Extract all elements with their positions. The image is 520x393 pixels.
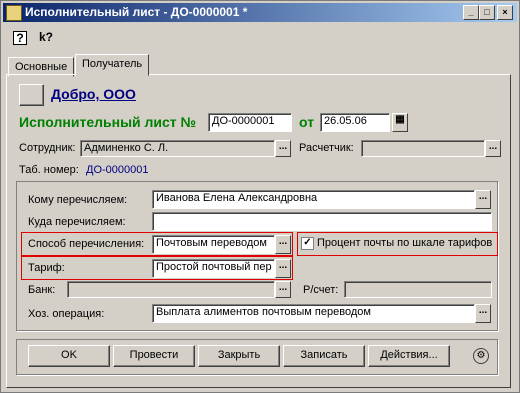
settings-icon[interactable]: ⚙	[473, 348, 489, 364]
bank-field[interactable]	[67, 281, 275, 298]
doc-title: Исполнительный лист №	[19, 114, 197, 130]
employee-select-button[interactable]: ...	[275, 140, 291, 157]
account-field[interactable]	[344, 281, 492, 298]
window-title: Исполнительный лист - ДО-0000001 *	[25, 5, 248, 19]
tab-number-label: Таб. номер:	[19, 164, 79, 176]
percent-checkbox[interactable]: ✓	[301, 237, 314, 250]
employee-label: Сотрудник:	[19, 142, 76, 154]
payee-field[interactable]: Иванова Елена Александровна	[152, 190, 475, 209]
ok-button[interactable]: OK	[28, 345, 110, 367]
tariff-label: Тариф:	[28, 262, 65, 274]
operation-select-button[interactable]: ...	[475, 304, 491, 323]
tariff-select-button[interactable]: ...	[275, 259, 291, 278]
payee-select-button[interactable]: ...	[475, 190, 491, 209]
post-button[interactable]: Провести	[113, 345, 195, 367]
save-button[interactable]: Записать	[283, 345, 365, 367]
tab-number-value: ДО-0000001	[86, 164, 149, 176]
whats-this-icon[interactable]: k?	[37, 29, 55, 45]
where-field[interactable]	[152, 212, 492, 231]
org-select-button[interactable]	[19, 84, 44, 106]
app-icon	[6, 5, 22, 21]
operation-label: Хоз. операция:	[28, 308, 105, 320]
maximize-button[interactable]: □	[479, 5, 495, 20]
percent-label[interactable]: Процент почты по шкале тарифов	[317, 237, 492, 249]
method-field[interactable]: Почтовым переводом	[152, 235, 275, 254]
where-label: Куда перечисляем:	[28, 216, 126, 228]
tab-panel: Добро, ООО Исполнительный лист № ДО-0000…	[6, 74, 511, 388]
method-label: Способ перечисления:	[28, 238, 145, 250]
date-field[interactable]: 26.05.06	[320, 113, 390, 132]
actions-button[interactable]: Действия...	[368, 345, 450, 367]
bank-label: Банк:	[28, 284, 56, 296]
payee-label: Кому перечисляем:	[28, 194, 128, 206]
help-icon[interactable]: ?	[13, 31, 27, 45]
operation-field[interactable]: Выплата алиментов почтовым переводом	[152, 304, 475, 323]
bank-select-button[interactable]: ...	[275, 281, 291, 298]
doc-number-field[interactable]: ДО-0000001	[208, 113, 292, 132]
accountant-label: Расчетчик:	[299, 142, 354, 154]
account-label: Р/счет:	[303, 284, 339, 296]
accountant-select-button[interactable]: ...	[485, 140, 501, 157]
calendar-icon[interactable]: ▦	[392, 113, 408, 132]
close-form-button[interactable]: Закрыть	[198, 345, 280, 367]
org-link[interactable]: Добро, ООО	[51, 86, 136, 102]
method-select-button[interactable]: ...	[275, 235, 291, 254]
employee-field[interactable]: Админенко С. Л.	[80, 140, 275, 157]
close-button[interactable]: ×	[497, 5, 513, 20]
date-label: от	[299, 114, 315, 130]
accountant-field[interactable]	[361, 140, 485, 157]
minimize-button[interactable]: _	[463, 5, 479, 20]
toolbar: ? k?	[3, 25, 517, 51]
dialog-window: Исполнительный лист - ДО-0000001 * _ □ ×…	[0, 0, 520, 393]
title-bar[interactable]: Исполнительный лист - ДО-0000001 * _ □ ×	[3, 3, 517, 22]
tariff-field[interactable]: Простой почтовый пер	[152, 259, 275, 278]
tab-recipient[interactable]: Получатель	[75, 54, 150, 76]
